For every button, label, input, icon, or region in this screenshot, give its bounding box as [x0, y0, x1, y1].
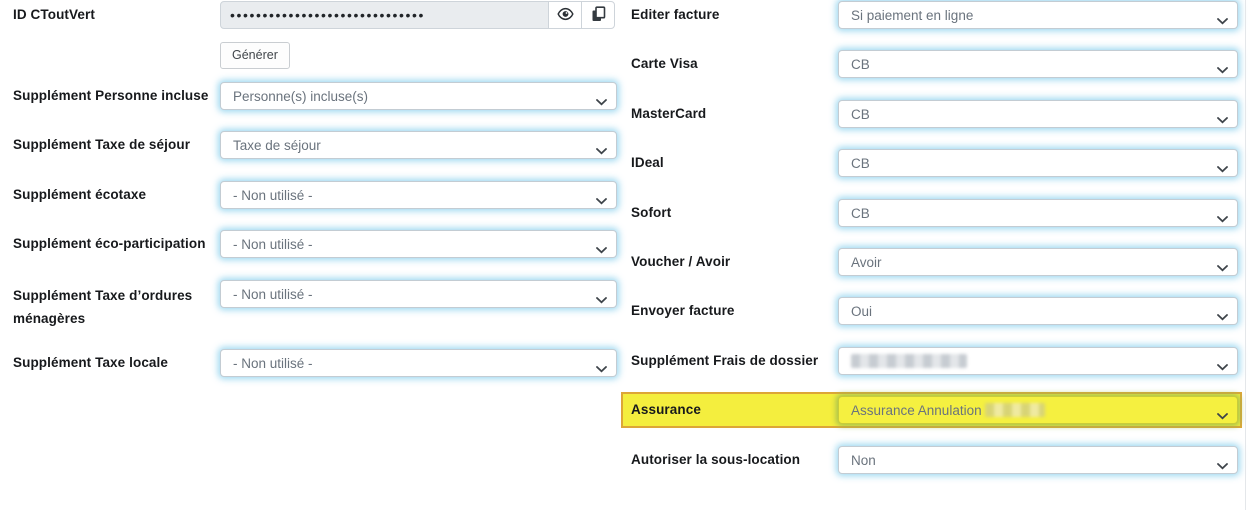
supplement-eco-participation-select[interactable]: - Non utilisé -	[220, 230, 617, 258]
chevron-down-icon	[596, 360, 607, 378]
supplement-taxe-ordures-label: Supplément Taxe d’ordures ménagères	[13, 284, 215, 330]
editer-facture-label: Editer facture	[631, 5, 831, 25]
mastercard-select[interactable]: CB	[838, 100, 1238, 128]
id-ctoutvert-label: ID CToutVert	[13, 5, 215, 25]
reveal-password-button[interactable]	[548, 1, 582, 29]
chevron-down-icon	[1217, 61, 1228, 79]
editer-facture-select[interactable]: Si paiement en ligne	[838, 1, 1238, 29]
supplement-frais-dossier-label: Supplément Frais de dossier	[631, 351, 831, 371]
supplement-frais-dossier-select[interactable]	[838, 347, 1238, 375]
chevron-down-icon	[1217, 111, 1228, 129]
chevron-down-icon	[1217, 12, 1228, 30]
eye-icon	[557, 7, 574, 24]
redacted-value	[985, 403, 1045, 417]
redacted-value	[851, 354, 967, 368]
generate-button[interactable]: Générer	[220, 42, 290, 69]
assurance-select[interactable]: Assurance Annulation	[838, 396, 1238, 424]
supplement-ecotaxe-select[interactable]: - Non utilisé -	[220, 181, 617, 209]
sofort-label: Sofort	[631, 203, 831, 223]
chevron-down-icon	[1217, 308, 1228, 326]
envoyer-facture-label: Envoyer facture	[631, 301, 831, 321]
sofort-select[interactable]: CB	[838, 199, 1238, 227]
ideal-select[interactable]: CB	[838, 149, 1238, 177]
supplement-ecotaxe-label: Supplément écotaxe	[13, 185, 215, 205]
chevron-down-icon	[596, 241, 607, 259]
supplement-eco-participation-label: Supplément éco-participation	[13, 234, 215, 254]
carte-visa-label: Carte Visa	[631, 54, 831, 74]
mastercard-label: MasterCard	[631, 104, 831, 124]
ideal-label: IDeal	[631, 153, 831, 173]
chevron-down-icon	[596, 142, 607, 160]
id-ctoutvert-password-input[interactable]: ••••••••••••••••••••••••••••••	[220, 1, 549, 29]
copy-icon	[591, 6, 606, 25]
supplement-personne-incluse-select[interactable]: Personne(s) incluse(s)	[220, 82, 617, 110]
supplement-taxe-sejour-label: Supplément Taxe de séjour	[13, 135, 215, 155]
assurance-label: Assurance	[631, 400, 831, 420]
chevron-down-icon	[1217, 407, 1228, 425]
chevron-down-icon	[1217, 210, 1228, 228]
supplement-taxe-locale-label: Supplément Taxe locale	[13, 353, 215, 373]
id-ctoutvert-input-group: ••••••••••••••••••••••••••••••	[220, 1, 617, 29]
chevron-down-icon	[596, 291, 607, 309]
chevron-down-icon	[1217, 358, 1228, 376]
carte-visa-select[interactable]: CB	[838, 50, 1238, 78]
supplement-taxe-locale-select[interactable]: - Non utilisé -	[220, 349, 617, 377]
chevron-down-icon	[1217, 457, 1228, 475]
supplement-taxe-ordures-select[interactable]: - Non utilisé -	[220, 280, 617, 308]
chevron-down-icon	[1217, 160, 1228, 178]
settings-form: ID CToutVert •••••••••••••••••••••••••••…	[0, 0, 1259, 510]
chevron-down-icon	[596, 93, 607, 111]
autoriser-sous-location-label: Autoriser la sous-location	[631, 450, 831, 470]
copy-button[interactable]	[581, 1, 615, 29]
envoyer-facture-select[interactable]: Oui	[838, 297, 1238, 325]
chevron-down-icon	[1217, 259, 1228, 277]
supplement-personne-incluse-label: Supplément Personne incluse	[13, 86, 215, 106]
panel-right-divider	[1245, 0, 1246, 510]
supplement-taxe-sejour-select[interactable]: Taxe de séjour	[220, 131, 617, 159]
voucher-avoir-select[interactable]: Avoir	[838, 248, 1238, 276]
autoriser-sous-location-select[interactable]: Non	[838, 446, 1238, 474]
chevron-down-icon	[596, 192, 607, 210]
voucher-avoir-label: Voucher / Avoir	[631, 252, 831, 272]
